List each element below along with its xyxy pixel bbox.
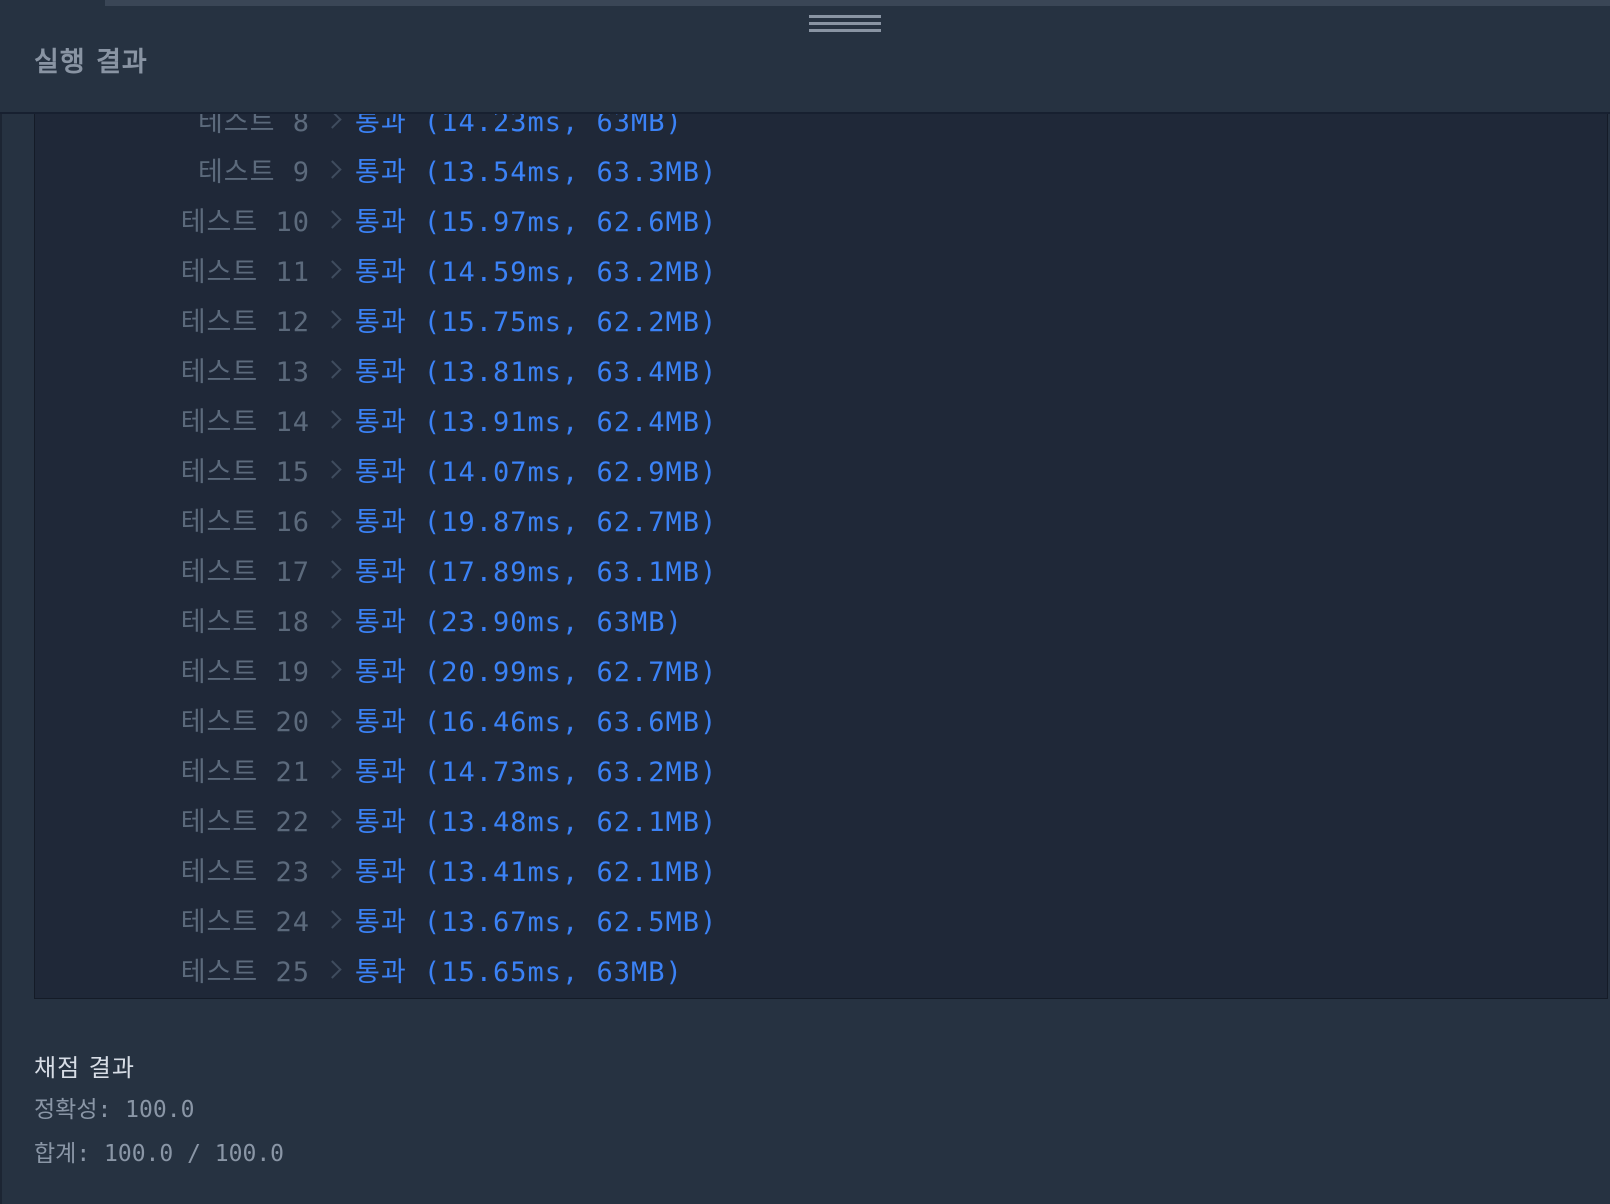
- test-result-text: 통과 (13.67ms, 62.5MB): [355, 906, 718, 938]
- score-title: 채점 결과: [34, 1054, 135, 1082]
- test-label: 테스트 9: [197, 156, 310, 188]
- test-result-text: 통과 (13.48ms, 62.1MB): [355, 806, 718, 838]
- test-result-text: 통과 (14.73ms, 63.2MB): [355, 756, 718, 788]
- test-result-row: 테스트 18 통과 (23.90ms, 63MB): [35, 594, 1607, 644]
- test-result-text: 통과 (14.59ms, 63.2MB): [355, 256, 718, 288]
- chevron-right-icon: [326, 862, 341, 877]
- test-label: 테스트 11: [180, 256, 310, 288]
- test-label: 테스트 19: [180, 656, 310, 688]
- chevron-right-icon: [326, 362, 341, 377]
- total-score: 합계: 100.0 / 100.0: [34, 1141, 285, 1167]
- test-label: 테스트 20: [180, 706, 310, 738]
- test-result-text: 통과 (15.75ms, 62.2MB): [355, 306, 718, 338]
- test-result-text: 통과 (13.81ms, 63.4MB): [355, 356, 718, 388]
- test-result-row: 테스트 21 통과 (14.73ms, 63.2MB): [35, 744, 1607, 794]
- test-result-row: 테스트 20 통과 (16.46ms, 63.6MB): [35, 694, 1607, 744]
- test-result-text: 통과 (13.54ms, 63.3MB): [355, 156, 718, 188]
- test-label: 테스트 23: [180, 856, 310, 888]
- accuracy-score: 정확성: 100.0: [34, 1097, 195, 1123]
- test-result-row: 테스트 14 통과 (13.91ms, 62.4MB): [35, 394, 1607, 444]
- chevron-right-icon: [326, 912, 341, 927]
- test-result-row: 테스트 11 통과 (14.59ms, 63.2MB): [35, 244, 1607, 294]
- test-result-text: 통과 (20.99ms, 62.7MB): [355, 656, 718, 688]
- test-result-text: 통과 (15.65ms, 63MB): [355, 956, 683, 988]
- test-label: 테스트 22: [180, 806, 310, 838]
- chevron-right-icon: [326, 162, 341, 177]
- test-result-row: 테스트 16 통과 (19.87ms, 62.7MB): [35, 494, 1607, 544]
- test-label: 테스트 10: [180, 206, 310, 238]
- chevron-right-icon: [326, 662, 341, 677]
- test-result-row: 테스트 9 통과 (13.54ms, 63.3MB): [35, 144, 1607, 194]
- test-result-text: 통과 (17.89ms, 63.1MB): [355, 556, 718, 588]
- panel-left-border: [0, 6, 2, 1204]
- chevron-right-icon: [326, 212, 341, 227]
- test-result-text: 통과 (16.46ms, 63.6MB): [355, 706, 718, 738]
- result-panel-header: 실행 결과: [0, 6, 1610, 114]
- chevron-right-icon: [326, 114, 341, 127]
- test-result-text: 통과 (13.41ms, 62.1MB): [355, 856, 718, 888]
- test-label: 테스트 14: [180, 406, 310, 438]
- test-label: 테스트 8: [197, 114, 310, 138]
- test-result-text: 통과 (23.90ms, 63MB): [355, 606, 683, 638]
- test-label: 테스트 24: [180, 906, 310, 938]
- test-label: 테스트 25: [180, 956, 310, 988]
- test-result-row: 테스트 13 통과 (13.81ms, 63.4MB): [35, 344, 1607, 394]
- chevron-right-icon: [326, 462, 341, 477]
- test-result-row: 테스트 23 통과 (13.41ms, 62.1MB): [35, 844, 1607, 894]
- score-section: 채점 결과 정확성: 100.0 합계: 100.0 / 100.0: [34, 1048, 284, 1176]
- test-result-row: 테스트 17 통과 (17.89ms, 63.1MB): [35, 544, 1607, 594]
- test-result-row: 테스트 12 통과 (15.75ms, 62.2MB): [35, 294, 1607, 344]
- chevron-right-icon: [326, 712, 341, 727]
- chevron-right-icon: [326, 412, 341, 427]
- test-label: 테스트 17: [180, 556, 310, 588]
- test-result-row: 테스트 10 통과 (15.97ms, 62.6MB): [35, 194, 1607, 244]
- test-label: 테스트 21: [180, 756, 310, 788]
- test-result-text: 통과 (13.91ms, 62.4MB): [355, 406, 718, 438]
- chevron-right-icon: [326, 562, 341, 577]
- test-result-row: 테스트 15 통과 (14.07ms, 62.9MB): [35, 444, 1607, 494]
- drag-handle-icon[interactable]: [809, 15, 881, 37]
- test-label: 테스트 15: [180, 456, 310, 488]
- chevron-right-icon: [326, 312, 341, 327]
- test-result-text: 통과 (14.07ms, 62.9MB): [355, 456, 718, 488]
- test-result-row: 테스트 25 통과 (15.65ms, 63MB): [35, 944, 1607, 994]
- chevron-right-icon: [326, 762, 341, 777]
- test-result-row: 테스트 19 통과 (20.99ms, 62.7MB): [35, 644, 1607, 694]
- test-label: 테스트 13: [180, 356, 310, 388]
- test-result-text: 통과 (14.23ms, 63MB): [355, 114, 683, 138]
- chevron-right-icon: [326, 962, 341, 977]
- test-label: 테스트 12: [180, 306, 310, 338]
- chevron-right-icon: [326, 812, 341, 827]
- test-label: 테스트 18: [180, 606, 310, 638]
- test-label: 테스트 16: [180, 506, 310, 538]
- test-result-row: 테스트 8 통과 (14.23ms, 63MB): [35, 114, 1607, 144]
- panel-title: 실행 결과: [34, 47, 148, 78]
- chevron-right-icon: [326, 262, 341, 277]
- test-result-text: 통과 (19.87ms, 62.7MB): [355, 506, 718, 538]
- test-result-row: 테스트 22 통과 (13.48ms, 62.1MB): [35, 794, 1607, 844]
- test-result-row: 테스트 24 통과 (13.67ms, 62.5MB): [35, 894, 1607, 944]
- chevron-right-icon: [326, 512, 341, 527]
- test-result-text: 통과 (15.97ms, 62.6MB): [355, 206, 718, 238]
- chevron-right-icon: [326, 612, 341, 627]
- test-result-console[interactable]: 테스트 8 통과 (14.23ms, 63MB) 테스트 9 통과 (13.54ms,…: [34, 114, 1608, 999]
- test-result-list: 테스트 8 통과 (14.23ms, 63MB) 테스트 9 통과 (13.54ms,…: [35, 114, 1607, 994]
